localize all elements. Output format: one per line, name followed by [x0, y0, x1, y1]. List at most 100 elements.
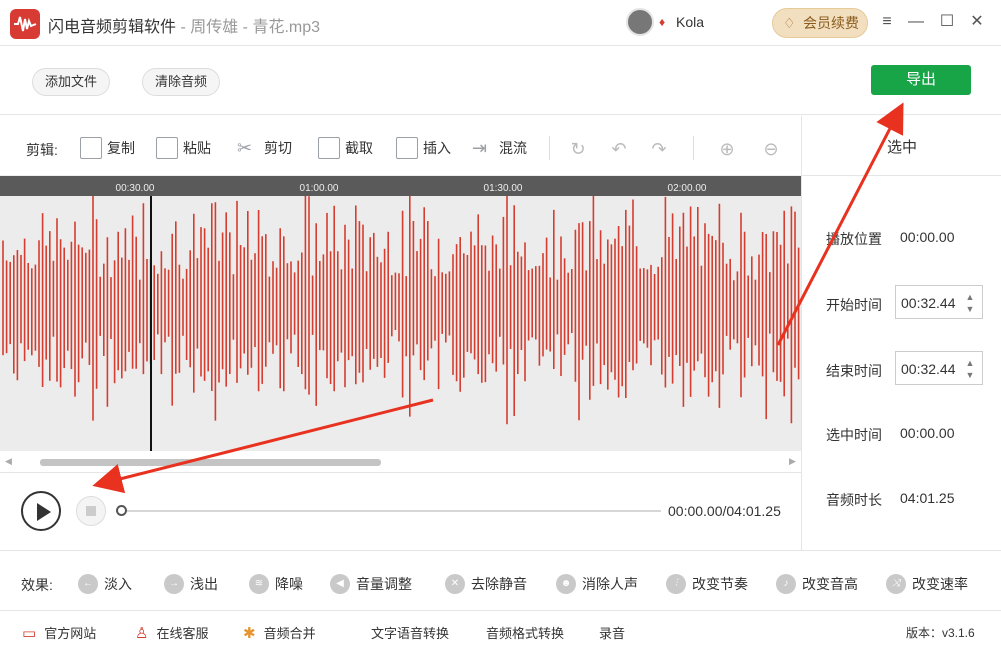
- undo-icon[interactable]: ↶: [608, 138, 630, 160]
- maximize-button[interactable]: ☐: [936, 10, 958, 34]
- end-time-stepper[interactable]: 00:32.44 ▲ ▼: [895, 351, 983, 385]
- text-to-speech-link[interactable]: 文字语音转换: [371, 623, 449, 642]
- copy-button[interactable]: 复制: [80, 137, 135, 159]
- end-time-label: 结束时间: [826, 363, 882, 379]
- effects-bar: 效果: ← 淡入 → 浅出 ≋ 降噪 ◀ 音量调整 ✕ 去除静音 ☻ 消除人声 ⫶ 改变节奏 …: [0, 550, 1001, 611]
- waveform[interactable]: [0, 187, 801, 451]
- start-time-stepper[interactable]: 00:32.44 ▲ ▼: [895, 285, 983, 319]
- start-time-label: 开始时间: [826, 297, 882, 313]
- app-logo: [10, 9, 40, 39]
- effect-label: 改变速率: [912, 576, 968, 592]
- clear-audio-button[interactable]: 清除音频: [142, 68, 220, 96]
- cut-label: 剪切: [264, 140, 292, 156]
- mute-icon: ✕: [445, 574, 465, 594]
- scroll-right-icon[interactable]: ▶: [789, 456, 796, 467]
- panel-title: 选中: [802, 116, 1001, 176]
- sliders-icon: ⫶: [666, 574, 686, 594]
- change-pitch-button[interactable]: ♪ 改变音高: [776, 573, 858, 595]
- stop-button[interactable]: [76, 496, 106, 526]
- version-label: 版本：v3.1.6: [906, 626, 975, 640]
- scroll-thumb[interactable]: [40, 459, 381, 466]
- effect-label: 浅出: [190, 576, 218, 592]
- edit-label: 剪辑:: [26, 142, 58, 158]
- shuffle-icon: ⤨: [886, 574, 906, 594]
- copy-icon: [80, 137, 102, 159]
- progress-knob[interactable]: [116, 505, 127, 516]
- loop-icon[interactable]: ↻: [567, 138, 589, 160]
- denoise-icon: ≋: [249, 574, 269, 594]
- redo-icon[interactable]: ↷: [648, 138, 670, 160]
- username[interactable]: Kola: [676, 14, 704, 30]
- timeline-ruler[interactable]: 00:30.00 01:00.00 01:30.00 02:00.00: [0, 176, 801, 196]
- export-button[interactable]: 导出: [871, 65, 971, 95]
- top-action-bar: 添加文件 清除音频 导出: [0, 47, 1001, 115]
- remove-silence-button[interactable]: ✕ 去除静音: [445, 573, 527, 595]
- minimize-button[interactable]: —: [905, 10, 927, 34]
- crop-button[interactable]: 截取: [318, 137, 373, 159]
- play-button[interactable]: [21, 491, 61, 531]
- window-title: 闪电音频剪辑软件 - 周传雄 - 青花.mp3: [48, 13, 320, 37]
- zoom-in-icon[interactable]: ⊕: [716, 138, 738, 160]
- paste-button[interactable]: 粘贴: [156, 137, 211, 159]
- close-button[interactable]: ✕: [966, 10, 988, 34]
- footer-label: 音频格式转换: [486, 626, 565, 641]
- title-separator: -: [176, 19, 191, 36]
- increment-icon[interactable]: ▲: [964, 358, 976, 368]
- footer-label: 文字语音转换: [371, 626, 450, 641]
- insert-icon: [396, 137, 418, 159]
- effect-label: 去除静音: [471, 576, 527, 592]
- tick-label: 01:30.00: [483, 183, 523, 194]
- crop-label: 截取: [345, 140, 373, 156]
- change-tempo-button[interactable]: ⫶ 改变节奏: [666, 573, 748, 595]
- scroll-left-icon[interactable]: ◀: [5, 456, 12, 467]
- footer-label: 音频合并: [263, 626, 316, 641]
- decrement-icon[interactable]: ▼: [964, 370, 976, 380]
- decrement-icon[interactable]: ▼: [964, 304, 976, 314]
- mix-label: 混流: [499, 140, 527, 156]
- cut-button[interactable]: ✂ 剪切: [237, 137, 292, 159]
- title-bar: 闪电音频剪辑软件 - 周传雄 - 青花.mp3 ♦ Kola ♢ 会员续费 ≡ …: [0, 0, 1001, 46]
- remove-vocals-button[interactable]: ☻ 消除人声: [556, 573, 638, 595]
- pitch-icon: ♪: [776, 574, 796, 594]
- paste-icon: [156, 137, 178, 159]
- increment-icon[interactable]: ▲: [964, 292, 976, 302]
- renew-label: 会员续费: [803, 15, 859, 31]
- effect-label: 改变音高: [802, 576, 858, 592]
- official-website-link[interactable]: ▭ 官方网站: [22, 623, 96, 642]
- record-link[interactable]: 录音: [599, 623, 625, 642]
- volume-adjust-button[interactable]: ◀ 音量调整: [330, 573, 412, 595]
- renew-membership-button[interactable]: ♢ 会员续费: [772, 8, 868, 38]
- user-icon: ♙: [135, 624, 149, 642]
- insert-button[interactable]: 插入: [396, 137, 451, 159]
- footer-bar: ▭ 官方网站 ♙ 在线客服 ✱ 音频合并 文字语音转换 音频格式转换 录音 版本：v3…: [0, 612, 1001, 650]
- online-support-link[interactable]: ♙ 在线客服: [135, 623, 208, 642]
- tick-label: 02:00.00: [667, 183, 707, 194]
- file-name: 周传雄 - 青花.mp3: [190, 19, 321, 36]
- fade-out-button[interactable]: → 浅出: [164, 573, 218, 595]
- avatar[interactable]: [626, 8, 654, 36]
- change-speed-button[interactable]: ⤨ 改变速率: [886, 573, 968, 595]
- footer-label: 在线客服: [156, 626, 209, 641]
- mix-button[interactable]: ⇥ 混流: [472, 137, 527, 159]
- player-bar: 00:00.00/04:01.25: [0, 472, 801, 550]
- waveform-area[interactable]: [0, 187, 801, 451]
- scissors-icon: ✂: [237, 137, 253, 158]
- start-time-value[interactable]: 00:32.44: [901, 295, 956, 311]
- paste-label: 粘贴: [183, 140, 211, 156]
- vip-heart-icon: ♦: [659, 15, 666, 29]
- horizontal-scrollbar[interactable]: ◀ ▶: [0, 452, 801, 472]
- progress-track[interactable]: [121, 510, 661, 512]
- menu-icon[interactable]: ≡: [876, 10, 898, 34]
- add-file-button[interactable]: 添加文件: [32, 68, 110, 96]
- duration-label: 音频时长: [826, 492, 882, 508]
- selected-time-label: 选中时间: [826, 427, 882, 443]
- fade-in-button[interactable]: ← 淡入: [78, 573, 132, 595]
- toolbar-divider: [693, 136, 694, 160]
- denoise-button[interactable]: ≋ 降噪: [249, 573, 303, 595]
- audio-merge-link[interactable]: ✱ 音频合并: [243, 623, 316, 642]
- end-time-value[interactable]: 00:32.44: [901, 361, 956, 377]
- format-convert-link[interactable]: 音频格式转换: [486, 623, 564, 642]
- fade-in-icon: ←: [78, 574, 98, 594]
- effects-label: 效果:: [21, 577, 53, 593]
- zoom-out-icon[interactable]: ⊖: [760, 138, 782, 160]
